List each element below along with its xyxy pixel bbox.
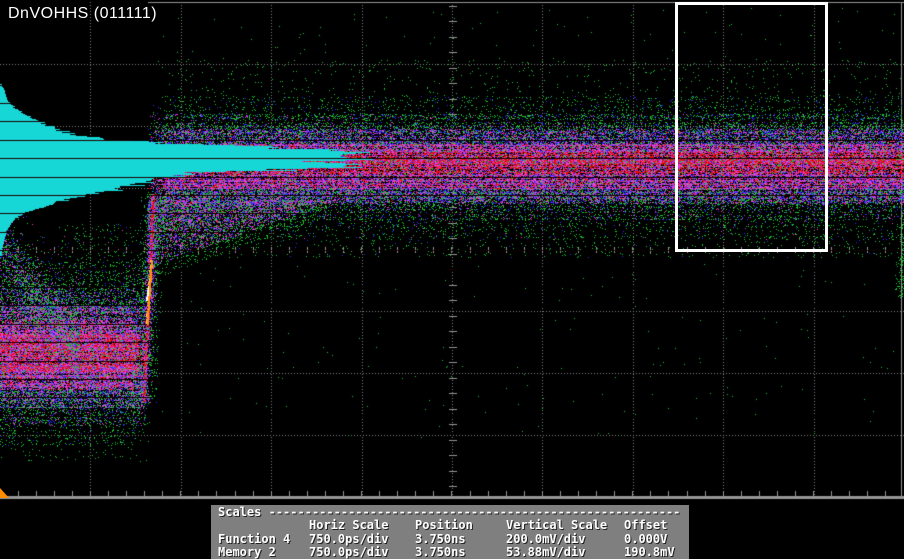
col-header-horiz-scale: Horiz Scale <box>309 519 388 532</box>
horiz-scale-value: 750.0ps/div <box>309 546 388 559</box>
trigger-marker-icon <box>0 488 9 498</box>
offset-value: 0.000V <box>624 533 667 546</box>
trace-name: Memory 2 <box>218 546 276 559</box>
scales-panel-title: Scales <box>218 505 261 519</box>
offset-value: 190.8mV <box>624 546 675 559</box>
selection-box[interactable] <box>675 2 828 252</box>
scales-row-memory-2: Memory 2 750.0ps/div 3.750ns 53.88mV/div… <box>211 546 689 559</box>
position-value: 3.750ns <box>415 546 466 559</box>
scales-header-row: Horiz Scale Position Vertical Scale Offs… <box>211 519 689 533</box>
col-header-vertical-scale: Vertical Scale <box>506 519 607 532</box>
col-header-offset: Offset <box>624 519 667 532</box>
scales-panel-title-row: Scales ---------------------------------… <box>211 505 689 519</box>
trace-name: Function 4 <box>218 533 290 546</box>
plot-title: DnVOHHS (011111) <box>8 5 157 23</box>
scales-panel-divider: ----------------------------------------… <box>269 505 681 519</box>
horiz-scale-value: 750.0ps/div <box>309 533 388 546</box>
vertical-scale-value: 200.0mV/div <box>506 533 585 546</box>
oscilloscope-screen: DnVOHHS (011111) Scales ----------------… <box>0 0 904 559</box>
position-value: 3.750ns <box>415 533 466 546</box>
scales-panel: Scales ---------------------------------… <box>211 505 689 559</box>
vertical-scale-value: 53.88mV/div <box>506 546 585 559</box>
col-header-position: Position <box>415 519 473 532</box>
scales-row-function-4: Function 4 750.0ps/div 3.750ns 200.0mV/d… <box>211 533 689 547</box>
